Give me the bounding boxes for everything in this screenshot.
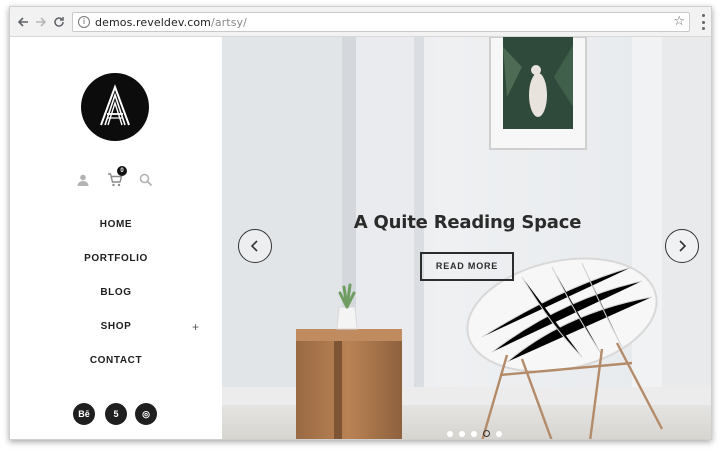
- chevron-right-icon: [679, 240, 687, 252]
- nav-label: PORTFOLIO: [84, 253, 148, 264]
- kebab-menu-icon[interactable]: [701, 14, 705, 30]
- url-text[interactable]: demos.reveldev.com/artsy/: [95, 16, 247, 29]
- star-icon[interactable]: ☆: [673, 14, 685, 29]
- read-more-button[interactable]: READ MORE: [420, 252, 514, 281]
- cart-icon[interactable]: 0: [107, 166, 127, 189]
- dribbble-icon[interactable]: ◎: [135, 403, 157, 425]
- hero-slider: A Quite Reading Space READ MORE: [222, 37, 711, 439]
- info-icon[interactable]: i: [78, 16, 90, 28]
- nav-item-shop[interactable]: SHOP +: [10, 317, 222, 337]
- url-host: demos.reveldev.com: [95, 16, 212, 29]
- reload-icon[interactable]: [50, 13, 68, 31]
- slide-dot[interactable]: [496, 431, 502, 437]
- browser-toolbar: i demos.reveldev.com/artsy/ ☆: [10, 7, 711, 37]
- nav-label: BLOG: [100, 287, 132, 298]
- nav-label: SHOP: [100, 321, 132, 332]
- slide-dot[interactable]: [447, 431, 453, 437]
- next-slide-button[interactable]: [665, 229, 699, 263]
- chevron-left-icon: [250, 240, 258, 252]
- expand-plus-icon[interactable]: +: [192, 317, 200, 337]
- fivehundredpx-icon[interactable]: 5: [105, 403, 127, 425]
- hero-title: A Quite Reading Space: [353, 212, 582, 233]
- nav-item-contact[interactable]: CONTACT: [10, 351, 222, 371]
- forward-arrow-icon[interactable]: [32, 13, 50, 31]
- search-icon[interactable]: [139, 173, 155, 189]
- slide-dot-active[interactable]: [483, 430, 490, 437]
- cart-count-badge: 0: [117, 166, 127, 176]
- prev-slide-button[interactable]: [238, 229, 272, 263]
- back-arrow-icon[interactable]: [14, 13, 32, 31]
- nav-item-home[interactable]: HOME: [10, 215, 222, 235]
- behance-icon[interactable]: Bē: [73, 403, 95, 425]
- site-logo[interactable]: [81, 73, 149, 141]
- slider-dots: [222, 430, 711, 439]
- sidebar: 0 HOME PORTFOLIO BLOG SHOP + CONTACT Bē …: [10, 37, 222, 439]
- address-bar[interactable]: i demos.reveldev.com/artsy/ ☆: [72, 12, 690, 32]
- slide-dot[interactable]: [471, 431, 477, 437]
- url-path: /artsy/: [211, 16, 247, 29]
- hero-background-image: [222, 37, 711, 439]
- user-icon[interactable]: [76, 173, 92, 189]
- nav-label: CONTACT: [89, 355, 143, 366]
- logo-letter-a-icon: [100, 84, 130, 126]
- nav-item-portfolio[interactable]: PORTFOLIO: [10, 249, 222, 269]
- nav-item-blog[interactable]: BLOG: [10, 283, 222, 303]
- nav-label: HOME: [99, 219, 133, 230]
- sidebar-icons: 0: [10, 166, 222, 193]
- slide-dot[interactable]: [459, 431, 465, 437]
- browser-window: i demos.reveldev.com/artsy/ ☆ 0 HOME POR…: [9, 6, 712, 440]
